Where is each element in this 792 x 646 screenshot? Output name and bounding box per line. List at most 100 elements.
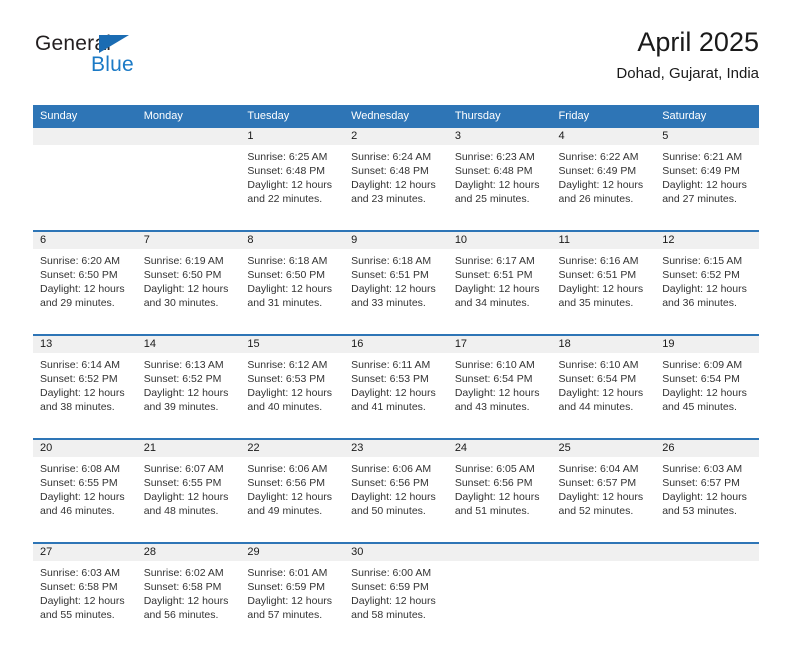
day-cell-body: Sunrise: 6:03 AM Sunset: 6:58 PM Daylight:… (33, 561, 137, 646)
day-cell-body: Sunrise: 6:18 AM Sunset: 6:51 PM Daylight:… (344, 249, 448, 334)
calendar-day-cell[interactable]: 17 Sunrise: 6:10 AM Sunset: 6:54 PM Dayligh… (447, 334, 552, 439)
day-cell-body: Sunrise: 6:03 AM Sunset: 6:57 PM Daylight:… (655, 457, 759, 542)
daylight-text-line2: and 48 minutes. (143, 505, 219, 517)
calendar-day-cell[interactable]: 30 Sunrise: 6:00 AM Sunset: 6:59 PM Dayligh… (344, 542, 448, 646)
daylight-text-line2: and 45 minutes. (662, 401, 737, 413)
sunset-text: Sunset: 6:59 PM (247, 581, 326, 593)
day-number: 9 (344, 232, 448, 249)
day-number: 25 (551, 440, 656, 457)
calendar-day-cell[interactable]: 22 Sunrise: 6:06 AM Sunset: 6:56 PM Dayligh… (240, 438, 345, 543)
calendar-day-cell[interactable]: 29 Sunrise: 6:01 AM Sunset: 6:59 PM Dayligh… (240, 542, 345, 646)
daylight-text-line1: Daylight: 12 hours (351, 595, 436, 607)
day-cell-body: Sunrise: 6:05 AM Sunset: 6:56 PM Daylight:… (448, 457, 552, 542)
calendar-day-cell[interactable]: 13 Sunrise: 6:14 AM Sunset: 6:52 PM Dayligh… (33, 334, 137, 439)
day-cell-body: Sunrise: 6:24 AM Sunset: 6:48 PM Daylight:… (344, 145, 448, 230)
calendar-day-cell[interactable]: 1 Sunrise: 6:25 AM Sunset: 6:48 PM Daylight… (240, 128, 345, 231)
calendar-day-cell[interactable]: 5 Sunrise: 6:21 AM Sunset: 6:49 PM Daylight… (655, 128, 759, 231)
daylight-text-line1: Daylight: 12 hours (143, 283, 229, 295)
calendar-day-cell[interactable]: 20 Sunrise: 6:08 AM Sunset: 6:55 PM Dayligh… (33, 438, 137, 543)
sunrise-text: Sunrise: 6:15 AM (662, 255, 743, 267)
sunset-text: Sunset: 6:50 PM (247, 269, 326, 281)
day-number-band (655, 544, 759, 561)
day-number: 5 (655, 128, 759, 145)
daylight-text-line2: and 53 minutes. (662, 505, 737, 517)
calendar-day-cell[interactable]: 19 Sunrise: 6:09 AM Sunset: 6:54 PM Dayligh… (655, 334, 759, 439)
daylight-text-line2: and 46 minutes. (40, 505, 115, 517)
calendar-day-cell[interactable]: 23 Sunrise: 6:06 AM Sunset: 6:56 PM Dayligh… (344, 438, 448, 543)
calendar-day-cell[interactable]: 8 Sunrise: 6:18 AM Sunset: 6:50 PM Daylight… (240, 230, 345, 335)
day-cell-body: Sunrise: 6:17 AM Sunset: 6:51 PM Daylight:… (448, 249, 552, 334)
daylight-text-line1: Daylight: 12 hours (662, 491, 747, 503)
daylight-text-line1: Daylight: 12 hours (143, 387, 229, 399)
daylight-text-line1: Daylight: 12 hours (454, 283, 540, 295)
calendar-day-cell[interactable]: 18 Sunrise: 6:10 AM Sunset: 6:54 PM Dayligh… (551, 334, 656, 439)
sunset-text: Sunset: 6:54 PM (662, 373, 740, 385)
day-number: 4 (551, 128, 656, 145)
day-number: 15 (240, 336, 345, 353)
day-cell-body: Sunrise: 6:18 AM Sunset: 6:50 PM Daylight:… (240, 249, 344, 334)
sunset-text: Sunset: 6:54 PM (454, 373, 533, 385)
sunset-text: Sunset: 6:56 PM (351, 477, 429, 489)
calendar-day-cell[interactable]: 11 Sunrise: 6:16 AM Sunset: 6:51 PM Dayligh… (551, 230, 656, 335)
calendar-day-cell[interactable]: 12 Sunrise: 6:15 AM Sunset: 6:52 PM Dayligh… (655, 230, 759, 335)
sunset-text: Sunset: 6:56 PM (454, 477, 533, 489)
sunset-text: Sunset: 6:58 PM (143, 581, 222, 593)
weekday-header: Sunday Monday Tuesday Wednesday Thursday Frid… (33, 105, 759, 128)
sunset-text: Sunset: 6:53 PM (351, 373, 429, 385)
daylight-text-line1: Daylight: 12 hours (351, 283, 436, 295)
calendar-day-cell[interactable]: 15 Sunrise: 6:12 AM Sunset: 6:53 PM Dayligh… (240, 334, 345, 439)
calendar-day-cell[interactable]: 9 Sunrise: 6:18 AM Sunset: 6:51 PM Daylight… (344, 230, 448, 335)
sunrise-text: Sunrise: 6:09 AM (662, 359, 743, 371)
sunrise-text: Sunrise: 6:08 AM (40, 463, 120, 475)
day-number: 1 (240, 128, 345, 145)
day-cell-body: Sunrise: 6:00 AM Sunset: 6:59 PM Daylight:… (344, 561, 448, 646)
daylight-text-line2: and 27 minutes. (662, 193, 737, 205)
calendar-day-cell-empty (136, 128, 241, 231)
sunset-text: Sunset: 6:52 PM (143, 373, 222, 385)
calendar-day-cell[interactable]: 27 Sunrise: 6:03 AM Sunset: 6:58 PM Dayligh… (33, 542, 137, 646)
calendar-day-cell[interactable]: 16 Sunrise: 6:11 AM Sunset: 6:53 PM Dayligh… (344, 334, 448, 439)
calendar-day-cell[interactable]: 6 Sunrise: 6:20 AM Sunset: 6:50 PM Daylight… (33, 230, 137, 335)
calendar-day-cell[interactable]: 26 Sunrise: 6:03 AM Sunset: 6:57 PM Dayligh… (655, 438, 759, 543)
calendar-day-cell[interactable]: 3 Sunrise: 6:23 AM Sunset: 6:48 PM Daylight… (447, 128, 552, 231)
day-number: 28 (136, 544, 241, 561)
day-cell-body: Sunrise: 6:20 AM Sunset: 6:50 PM Daylight:… (33, 249, 137, 334)
day-cell-body: Sunrise: 6:15 AM Sunset: 6:52 PM Daylight:… (655, 249, 759, 334)
page-header: General Blue April 2025 Dohad, Gujarat, … (33, 26, 759, 96)
calendar-day-cell[interactable]: 24 Sunrise: 6:05 AM Sunset: 6:56 PM Dayligh… (447, 438, 552, 543)
calendar-day-cell[interactable]: 25 Sunrise: 6:04 AM Sunset: 6:57 PM Dayligh… (551, 438, 656, 543)
day-number: 13 (33, 336, 137, 353)
calendar-day-cell[interactable]: 28 Sunrise: 6:02 AM Sunset: 6:58 PM Dayligh… (136, 542, 241, 646)
sunset-text: Sunset: 6:58 PM (40, 581, 118, 593)
logo-triangle-icon (99, 35, 129, 53)
day-number: 19 (655, 336, 759, 353)
sunset-text: Sunset: 6:55 PM (40, 477, 118, 489)
weekday-header-wednesday: Wednesday (344, 105, 448, 128)
day-number: 21 (136, 440, 241, 457)
calendar-day-cell[interactable]: 4 Sunrise: 6:22 AM Sunset: 6:49 PM Daylight… (551, 128, 656, 231)
calendar-day-cell-empty (655, 542, 759, 646)
sunrise-text: Sunrise: 6:10 AM (454, 359, 535, 371)
daylight-text-line2: and 25 minutes. (454, 193, 530, 205)
daylight-text-line2: and 33 minutes. (351, 297, 426, 309)
day-cell-body: Sunrise: 6:08 AM Sunset: 6:55 PM Daylight:… (33, 457, 137, 542)
day-cell-body: Sunrise: 6:06 AM Sunset: 6:56 PM Daylight:… (240, 457, 344, 542)
sunset-text: Sunset: 6:50 PM (40, 269, 118, 281)
daylight-text-line2: and 26 minutes. (558, 193, 634, 205)
calendar-day-cell[interactable]: 21 Sunrise: 6:07 AM Sunset: 6:55 PM Dayligh… (136, 438, 241, 543)
day-number: 6 (33, 232, 137, 249)
generalblue-logo[interactable]: General Blue (33, 32, 233, 88)
calendar-day-cell[interactable]: 14 Sunrise: 6:13 AM Sunset: 6:52 PM Dayligh… (136, 334, 241, 439)
calendar-day-cell[interactable]: 10 Sunrise: 6:17 AM Sunset: 6:51 PM Dayligh… (447, 230, 552, 335)
day-cell-body: Sunrise: 6:11 AM Sunset: 6:53 PM Daylight:… (344, 353, 448, 438)
calendar-day-cell[interactable]: 2 Sunrise: 6:24 AM Sunset: 6:48 PM Daylight… (344, 128, 448, 231)
sunrise-text: Sunrise: 6:18 AM (247, 255, 328, 267)
calendar-day-cell[interactable]: 7 Sunrise: 6:19 AM Sunset: 6:50 PM Daylight… (136, 230, 241, 335)
sunrise-text: Sunrise: 6:10 AM (558, 359, 639, 371)
daylight-text-line1: Daylight: 12 hours (40, 595, 125, 607)
day-number: 17 (447, 336, 552, 353)
calendar-body: 1 Sunrise: 6:25 AM Sunset: 6:48 PM Daylight… (33, 128, 759, 646)
day-cell-body: Sunrise: 6:06 AM Sunset: 6:56 PM Daylight:… (344, 457, 448, 542)
sunrise-text: Sunrise: 6:11 AM (351, 359, 431, 371)
day-number: 14 (136, 336, 241, 353)
